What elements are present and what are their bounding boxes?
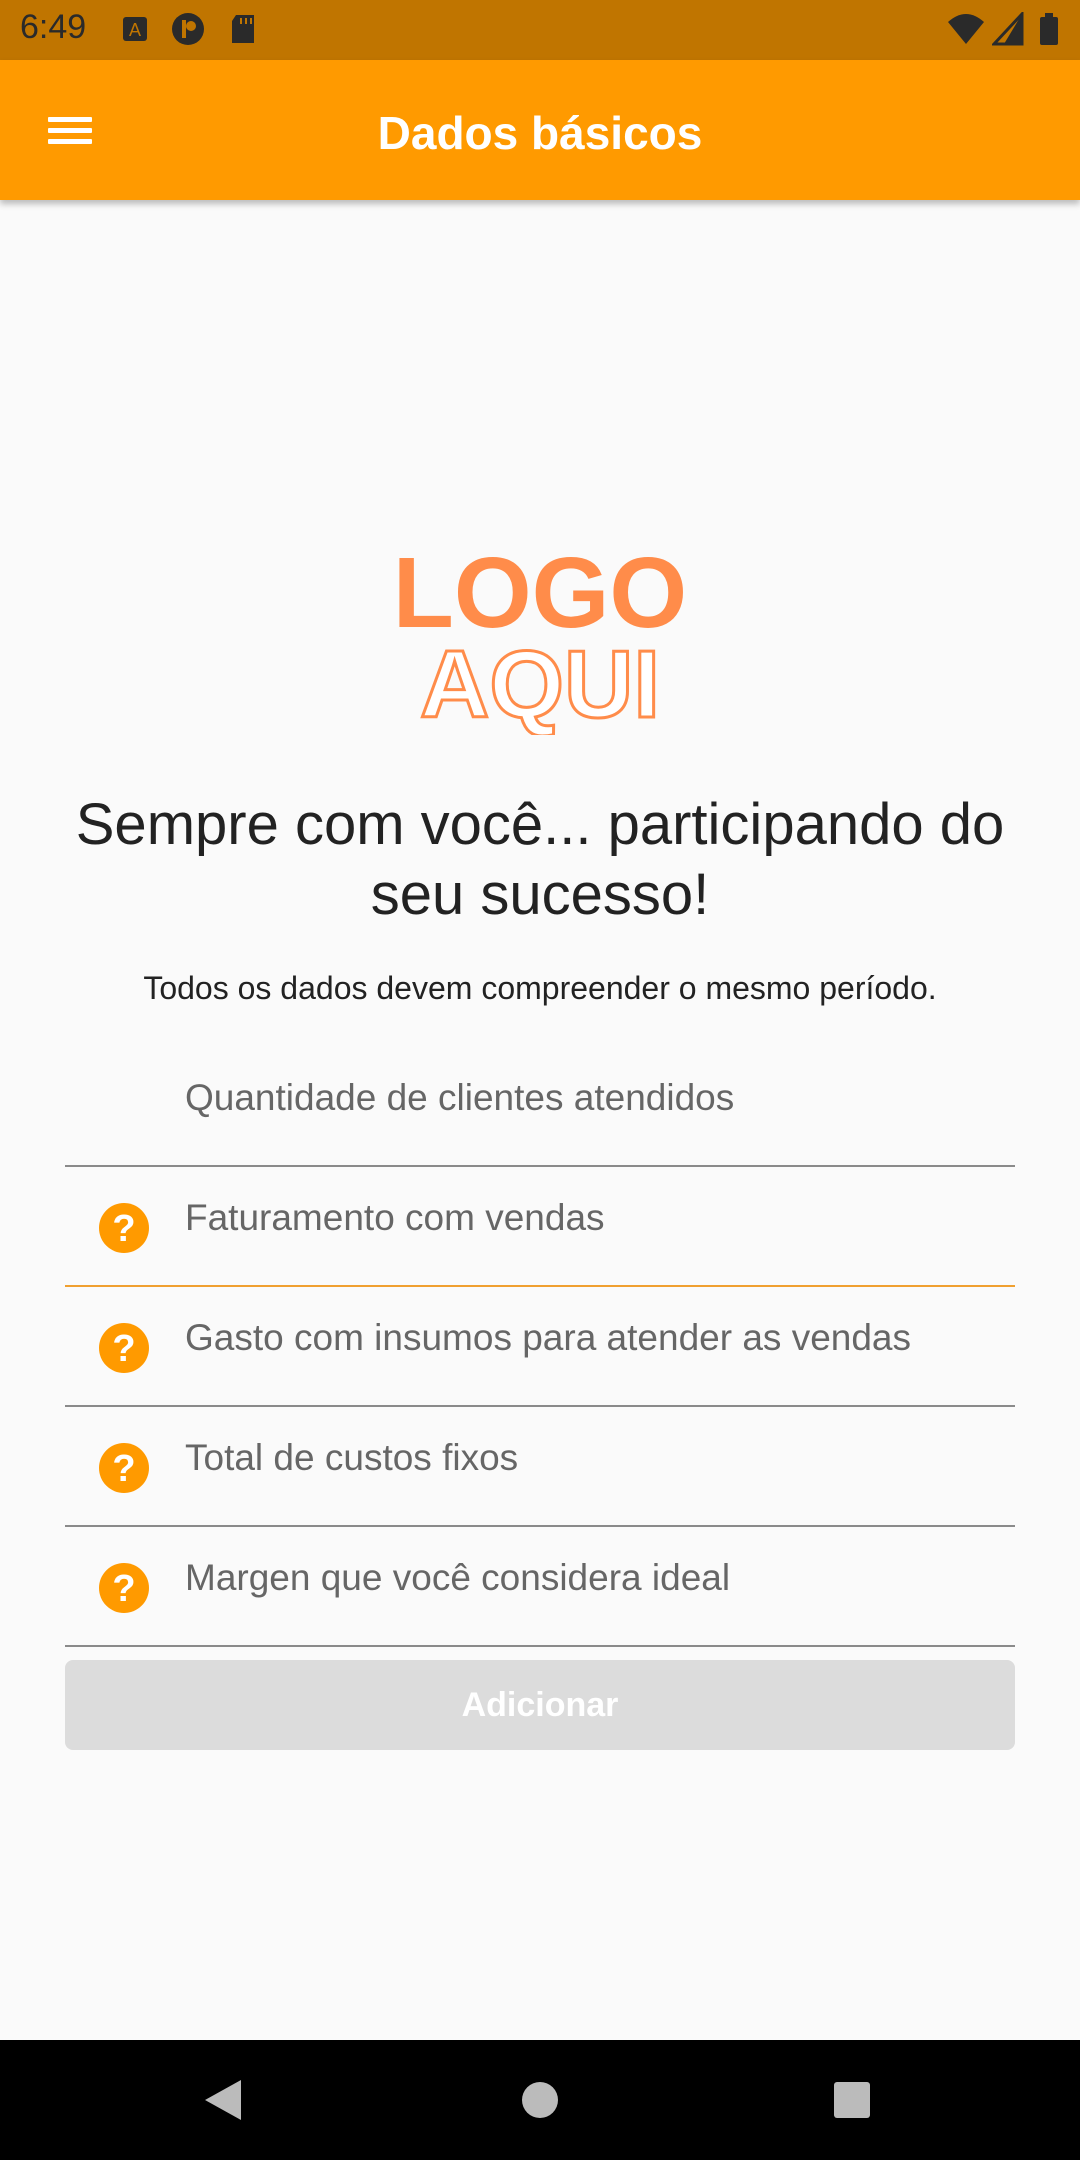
back-icon[interactable] bbox=[205, 2080, 241, 2120]
notification-a-icon: A bbox=[123, 17, 147, 41]
sales-revenue-field[interactable]: ? Faturamento com vendas bbox=[65, 1165, 1015, 1287]
field-label: Gasto com insumos para atender as vendas bbox=[185, 1317, 911, 1358]
notification-p-icon bbox=[172, 13, 204, 45]
recents-icon[interactable] bbox=[834, 2082, 870, 2118]
app-bar: Dados básicos bbox=[0, 60, 1080, 200]
ideal-margin-field[interactable]: ? Margen que você considera ideal bbox=[65, 1525, 1015, 1647]
field-label: Margen que você considera ideal bbox=[185, 1557, 731, 1598]
add-button[interactable]: Adicionar bbox=[65, 1660, 1015, 1750]
logo: LOGO AQUI bbox=[393, 537, 687, 735]
sd-card-icon bbox=[232, 15, 254, 43]
field-label: Total de custos fixos bbox=[185, 1437, 519, 1478]
svg-text:A: A bbox=[129, 20, 141, 40]
status-time: 6:49 bbox=[20, 8, 87, 46]
wifi-icon bbox=[948, 14, 984, 44]
help-icon[interactable]: ? bbox=[99, 1323, 149, 1373]
supplies-cost-field[interactable]: ? Gasto com insumos para atender as vend… bbox=[65, 1285, 1015, 1407]
tagline: Sempre com você... participando do seu s… bbox=[75, 792, 1005, 927]
fixed-costs-field[interactable]: ? Total de custos fixos bbox=[65, 1405, 1015, 1527]
status-bar: 6:49 A bbox=[0, 0, 1080, 60]
help-icon[interactable]: ? bbox=[99, 1443, 149, 1493]
logo-line-2: AQUI bbox=[420, 631, 660, 735]
clients-served-field[interactable]: Quantidade de clientes atendidos bbox=[65, 1045, 1015, 1167]
battery-icon bbox=[1040, 13, 1058, 45]
subtitle: Todos os dados devem compreender o mesmo… bbox=[143, 970, 937, 1006]
help-icon[interactable]: ? bbox=[99, 1203, 149, 1253]
system-nav-bar bbox=[0, 2040, 1080, 2160]
signal-icon bbox=[992, 12, 1024, 46]
field-label: Quantidade de clientes atendidos bbox=[185, 1077, 735, 1118]
home-icon[interactable] bbox=[522, 2082, 558, 2118]
page-title: Dados básicos bbox=[377, 107, 703, 159]
field-label: Faturamento com vendas bbox=[185, 1197, 605, 1238]
help-icon[interactable]: ? bbox=[99, 1563, 149, 1613]
